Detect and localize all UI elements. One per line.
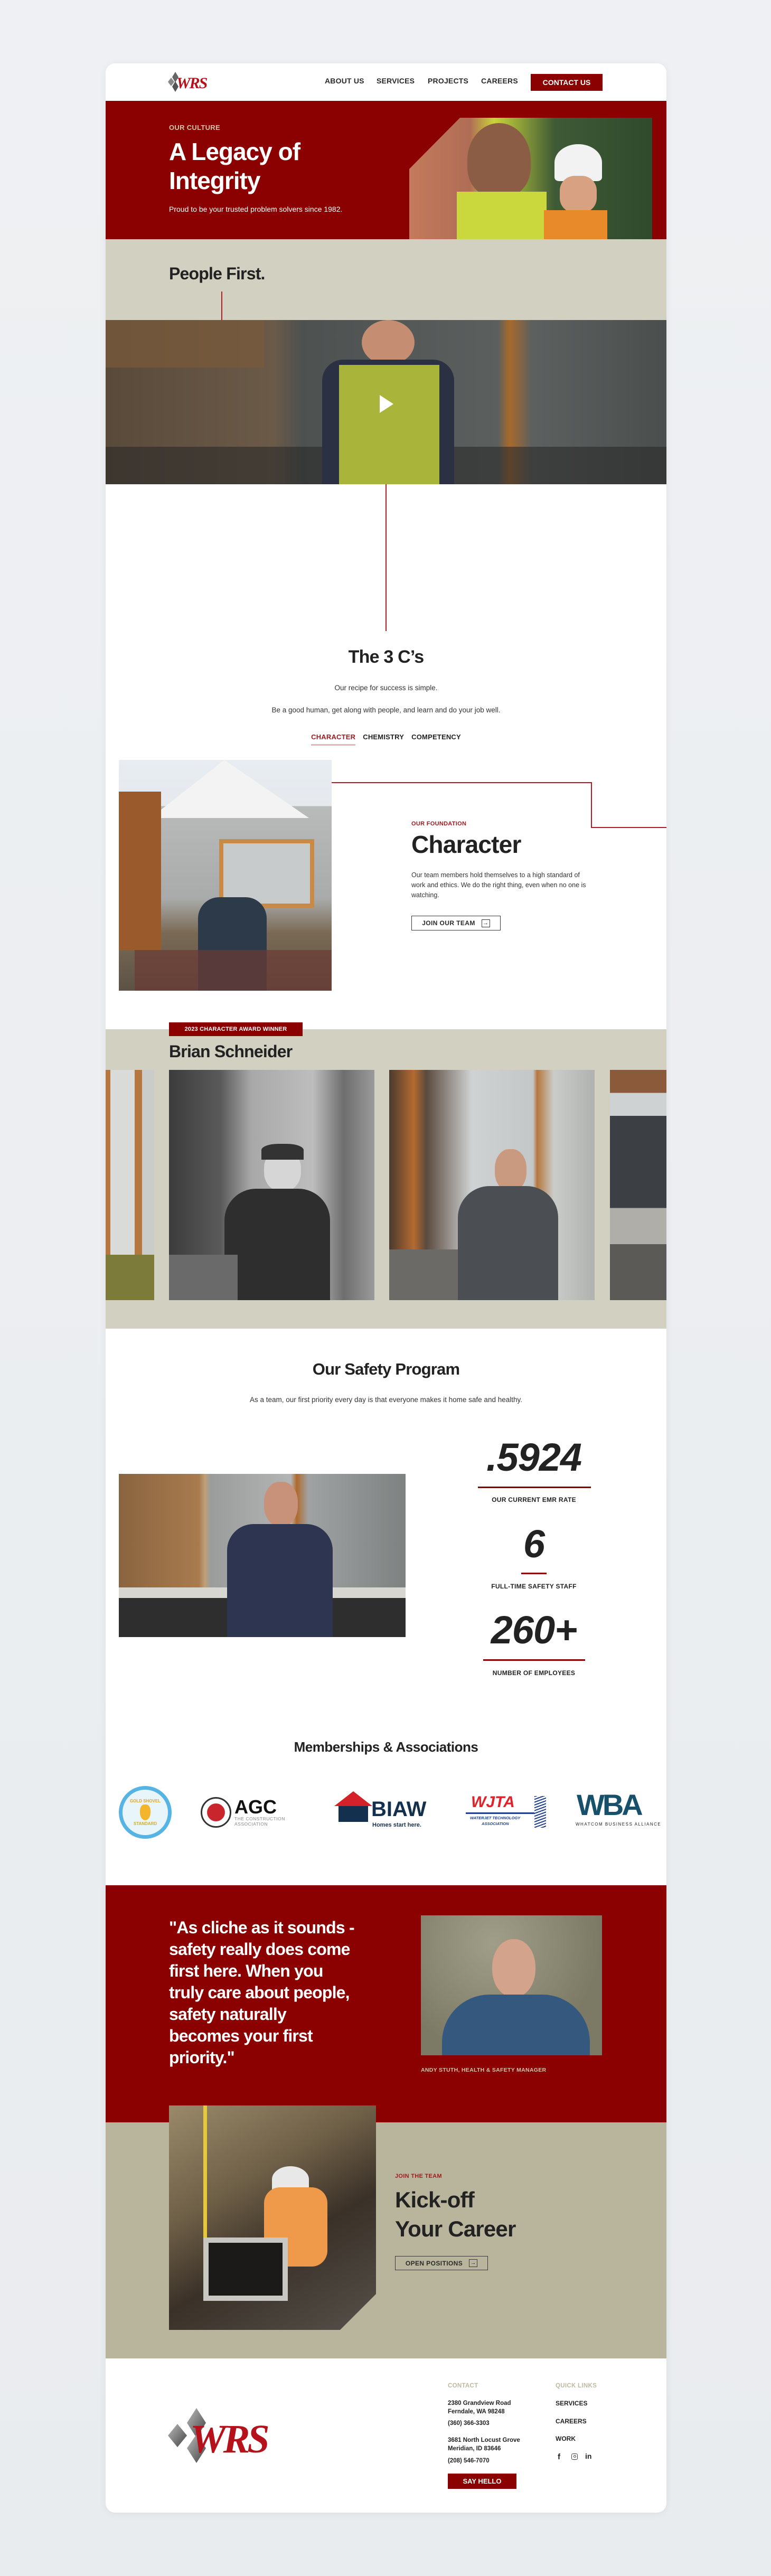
spray-icon — [534, 1796, 546, 1828]
character-title: Character — [411, 831, 521, 858]
address-line: 3681 North Locust Grove — [448, 2437, 520, 2443]
address-line: 2380 Grandview Road — [448, 2400, 511, 2406]
careers-title: Kick-off Your Career — [395, 2185, 516, 2243]
decorative-red-line — [332, 782, 666, 828]
logo-text: WATERJET TECHNOLOGY — [470, 1816, 521, 1820]
stat-divider — [478, 1487, 591, 1488]
office-phone[interactable]: (208) 546-7070 — [448, 2457, 490, 2465]
stat-emr-rate-value: .5924 — [486, 1435, 582, 1479]
logo-text: WJTA — [471, 1793, 515, 1811]
address-line: Meridian, ID 83646 — [448, 2446, 501, 2452]
award-carousel-photo-partial[interactable] — [610, 1070, 666, 1300]
logo-text: WHATCOM BUSINESS ALLIANCE — [576, 1822, 662, 1827]
quote-attribution: ANDY STUTH, HEALTH & SAFETY MANAGER — [421, 2067, 547, 2073]
footer-link-services[interactable]: SERVICES — [556, 2400, 587, 2407]
logo-wjta[interactable]: WJTA WATERJET TECHNOLOGY ASSOCIATION — [466, 1793, 548, 1830]
page-card: WRS ABOUT US SERVICES PROJECTS CAREERS C… — [106, 63, 666, 2513]
quote-text: "As cliche as it sounds - safety really … — [169, 1918, 355, 2067]
footer-link-work[interactable]: WORK — [556, 2435, 576, 2442]
footer-logo[interactable]: WRS — [168, 2408, 293, 2463]
safety-subtitle: As a team, our first priority every day … — [250, 1396, 522, 1404]
svg-text:WRS: WRS — [190, 2417, 268, 2461]
logo-wba[interactable]: WBA WHATCOM BUSINESS ALLIANCE — [576, 1790, 666, 1830]
careers-title-line: Your Career — [395, 2216, 516, 2241]
stat-divider — [521, 1573, 547, 1574]
office-address: 3681 North Locust Grove Meridian, ID 836… — [448, 2436, 520, 2453]
join-our-team-button[interactable]: JOIN OUR TEAM → — [411, 916, 501, 930]
logo-text: Homes start here. — [372, 1822, 421, 1828]
open-positions-label: OPEN POSITIONS — [405, 2259, 463, 2267]
footer-contact-heading: CONTACT — [448, 2383, 478, 2389]
logo-text: THE CONSTRUCTION — [234, 1816, 285, 1821]
footer-quick-links-heading: QUICK LINKS — [556, 2383, 597, 2389]
careers-eyebrow: JOIN THE TEAM — [395, 2173, 442, 2179]
stat-safety-staff-label: FULL-TIME SAFETY STAFF — [491, 1583, 577, 1590]
award-winner-name: Brian Schneider — [169, 1042, 293, 1061]
linkedin-icon[interactable]: in — [585, 2452, 591, 2460]
house-icon — [339, 1806, 368, 1822]
join-our-team-label: JOIN OUR TEAM — [422, 919, 475, 927]
logo-gold-shovel[interactable]: GOLD SHOVEL STANDARD — [119, 1786, 172, 1839]
memberships-title: Memberships & Associations — [294, 1739, 478, 1755]
house-icon — [334, 1791, 372, 1806]
say-hello-button[interactable]: SAY HELLO — [448, 2474, 516, 2489]
stat-emr-rate-label: OUR CURRENT EMR RATE — [492, 1496, 576, 1503]
character-eyebrow: OUR FOUNDATION — [411, 821, 467, 827]
logo-text: ASSOCIATION — [482, 1821, 509, 1826]
quote-author-photo — [421, 1915, 602, 2055]
safety-title: Our Safety Program — [312, 1360, 460, 1378]
logo-agc[interactable]: AGC THE CONSTRUCTION ASSOCIATION — [201, 1794, 306, 1830]
stat-employees-label: NUMBER OF EMPLOYEES — [492, 1669, 576, 1677]
logo-text: AGC — [234, 1796, 277, 1818]
agc-seal-icon — [201, 1797, 231, 1828]
stat-safety-staff-value: 6 — [523, 1522, 545, 1566]
safety-photo — [119, 1474, 406, 1637]
address-line: Ferndale, WA 98248 — [448, 2409, 505, 2415]
careers-photo — [169, 2105, 376, 2330]
office-address: 2380 Grandview Road Ferndale, WA 98248 — [448, 2399, 511, 2416]
office-phone[interactable]: (360) 366-3303 — [448, 2419, 490, 2428]
logo-text: WBA — [577, 1790, 643, 1821]
stat-divider — [483, 1659, 585, 1661]
award-badge: 2023 CHARACTER AWARD WINNER — [169, 1022, 303, 1036]
open-positions-button[interactable]: OPEN POSITIONS → — [395, 2256, 488, 2270]
careers-title-line: Kick-off — [395, 2187, 475, 2212]
stat-employees-value: 260+ — [491, 1608, 578, 1652]
footer-link-careers[interactable]: CAREERS — [556, 2418, 587, 2425]
arrow-right-icon: → — [469, 2259, 478, 2267]
instagram-icon[interactable] — [571, 2453, 578, 2460]
character-body: Our team members hold themselves to a hi… — [411, 871, 586, 899]
shovel-icon — [140, 1804, 151, 1820]
award-carousel-photo[interactable] — [389, 1070, 595, 1300]
logo-text: BIAW — [371, 1798, 427, 1821]
logo-biaw[interactable]: BIAW Homes start here. — [334, 1791, 437, 1831]
facebook-icon[interactable]: f — [558, 2452, 560, 2461]
arrow-right-icon: → — [481, 919, 490, 927]
logo-text: GOLD SHOVEL — [129, 1799, 161, 1803]
logo-text: ASSOCIATION — [234, 1821, 268, 1827]
logo-text: STANDARD — [133, 1821, 157, 1826]
award-carousel-photo-partial[interactable] — [106, 1070, 154, 1300]
award-carousel-photo[interactable] — [169, 1070, 374, 1300]
